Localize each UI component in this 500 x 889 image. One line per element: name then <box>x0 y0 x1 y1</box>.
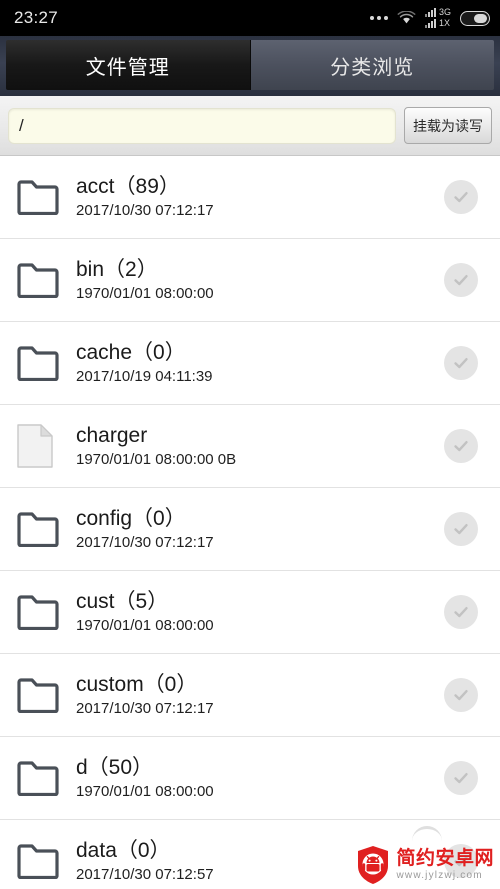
item-name: acct（89） <box>76 175 180 198</box>
folder-icon <box>16 843 74 879</box>
tab-bar: 文件管理 分类浏览 <box>0 36 500 96</box>
select-checkmark-icon[interactable] <box>444 512 478 546</box>
file-icon <box>16 423 74 469</box>
item-name: charger <box>76 424 148 447</box>
folder-icon <box>16 262 74 298</box>
file-list-row[interactable]: bin（2） 1970/01/01 08:00:00 <box>0 239 500 322</box>
select-checkmark-icon[interactable] <box>444 180 478 214</box>
path-bar: / 挂载为读写 <box>0 96 500 156</box>
tab-file-management[interactable]: 文件管理 <box>6 40 251 90</box>
file-list-row[interactable]: charger 1970/01/01 08:00:00 0B <box>0 405 500 488</box>
mount-readwrite-button[interactable]: 挂载为读写 <box>404 107 492 144</box>
item-meta: 2017/10/30 07:12:17 <box>76 202 214 219</box>
file-list-row[interactable]: config（0） 2017/10/30 07:12:17 <box>0 488 500 571</box>
file-list-row[interactable]: d（50） 1970/01/01 08:00:00 <box>0 737 500 820</box>
file-list-row[interactable]: cache（0） 2017/10/19 04:11:39 <box>0 322 500 405</box>
battery-icon <box>460 10 490 26</box>
network-type-primary: 3G <box>438 7 451 17</box>
row-text: acct（89） 2017/10/30 07:12:17 <box>74 174 444 220</box>
row-text: custom（0） 2017/10/30 07:12:17 <box>74 672 444 718</box>
wifi-icon <box>397 11 416 25</box>
item-name: config（0） <box>76 507 186 530</box>
select-checkmark-icon[interactable] <box>444 844 478 878</box>
item-meta: 1970/01/01 08:00:00 0B <box>76 451 237 468</box>
tab-category-browse[interactable]: 分类浏览 <box>250 40 494 90</box>
select-checkmark-icon[interactable] <box>444 346 478 380</box>
item-meta: 2017/10/19 04:11:39 <box>76 368 213 385</box>
select-checkmark-icon[interactable] <box>444 429 478 463</box>
more-dots-icon <box>369 16 388 20</box>
file-list[interactable]: acct（89） 2017/10/30 07:12:17 bin（2） 1970/01… <box>0 156 500 889</box>
folder-icon <box>16 179 74 215</box>
row-text: cache（0） 2017/10/19 04:11:39 <box>74 340 444 386</box>
status-bar: 23:27 3G 1X <box>0 0 500 36</box>
signal-3g-icon: 3G <box>424 7 451 17</box>
folder-icon <box>16 594 74 630</box>
row-text: charger 1970/01/01 08:00:00 0B <box>74 423 444 469</box>
select-checkmark-icon[interactable] <box>444 263 478 297</box>
path-input[interactable]: / <box>8 107 396 144</box>
item-meta: 2017/10/30 07:12:17 <box>76 700 214 717</box>
item-name: data（0） <box>76 839 171 862</box>
item-meta: 1970/01/01 08:00:00 <box>76 783 214 800</box>
network-type-secondary: 1X <box>438 18 450 28</box>
item-name: cache（0） <box>76 341 186 364</box>
item-name: custom（0） <box>76 673 198 696</box>
file-list-row[interactable]: acct（89） 2017/10/30 07:12:17 <box>0 156 500 239</box>
folder-icon <box>16 677 74 713</box>
item-name: bin（2） <box>76 258 158 281</box>
status-time: 23:27 <box>14 8 59 27</box>
item-meta: 2017/10/30 07:12:57 <box>76 866 214 883</box>
row-text: bin（2） 1970/01/01 08:00:00 <box>74 257 444 303</box>
folder-icon <box>16 760 74 796</box>
item-meta: 1970/01/01 08:00:00 <box>76 617 214 634</box>
signal-1x-icon: 1X <box>424 18 451 28</box>
file-list-row[interactable]: cust（5） 1970/01/01 08:00:00 <box>0 571 500 654</box>
select-checkmark-icon[interactable] <box>444 595 478 629</box>
row-text: cust（5） 1970/01/01 08:00:00 <box>74 589 444 635</box>
status-icons: 3G 1X <box>369 7 490 28</box>
signal-indicators: 3G 1X <box>424 7 451 28</box>
item-meta: 2017/10/30 07:12:17 <box>76 534 214 551</box>
row-text: d（50） 1970/01/01 08:00:00 <box>74 755 444 801</box>
item-name: d（50） <box>76 756 154 779</box>
select-checkmark-icon[interactable] <box>444 678 478 712</box>
row-text: config（0） 2017/10/30 07:12:17 <box>74 506 444 552</box>
select-checkmark-icon[interactable] <box>444 761 478 795</box>
file-list-row[interactable]: custom（0） 2017/10/30 07:12:17 <box>0 654 500 737</box>
row-text: data（0） 2017/10/30 07:12:57 <box>74 838 444 884</box>
item-meta: 1970/01/01 08:00:00 <box>76 285 214 302</box>
folder-icon <box>16 345 74 381</box>
item-name: cust（5） <box>76 590 169 613</box>
folder-icon <box>16 511 74 547</box>
